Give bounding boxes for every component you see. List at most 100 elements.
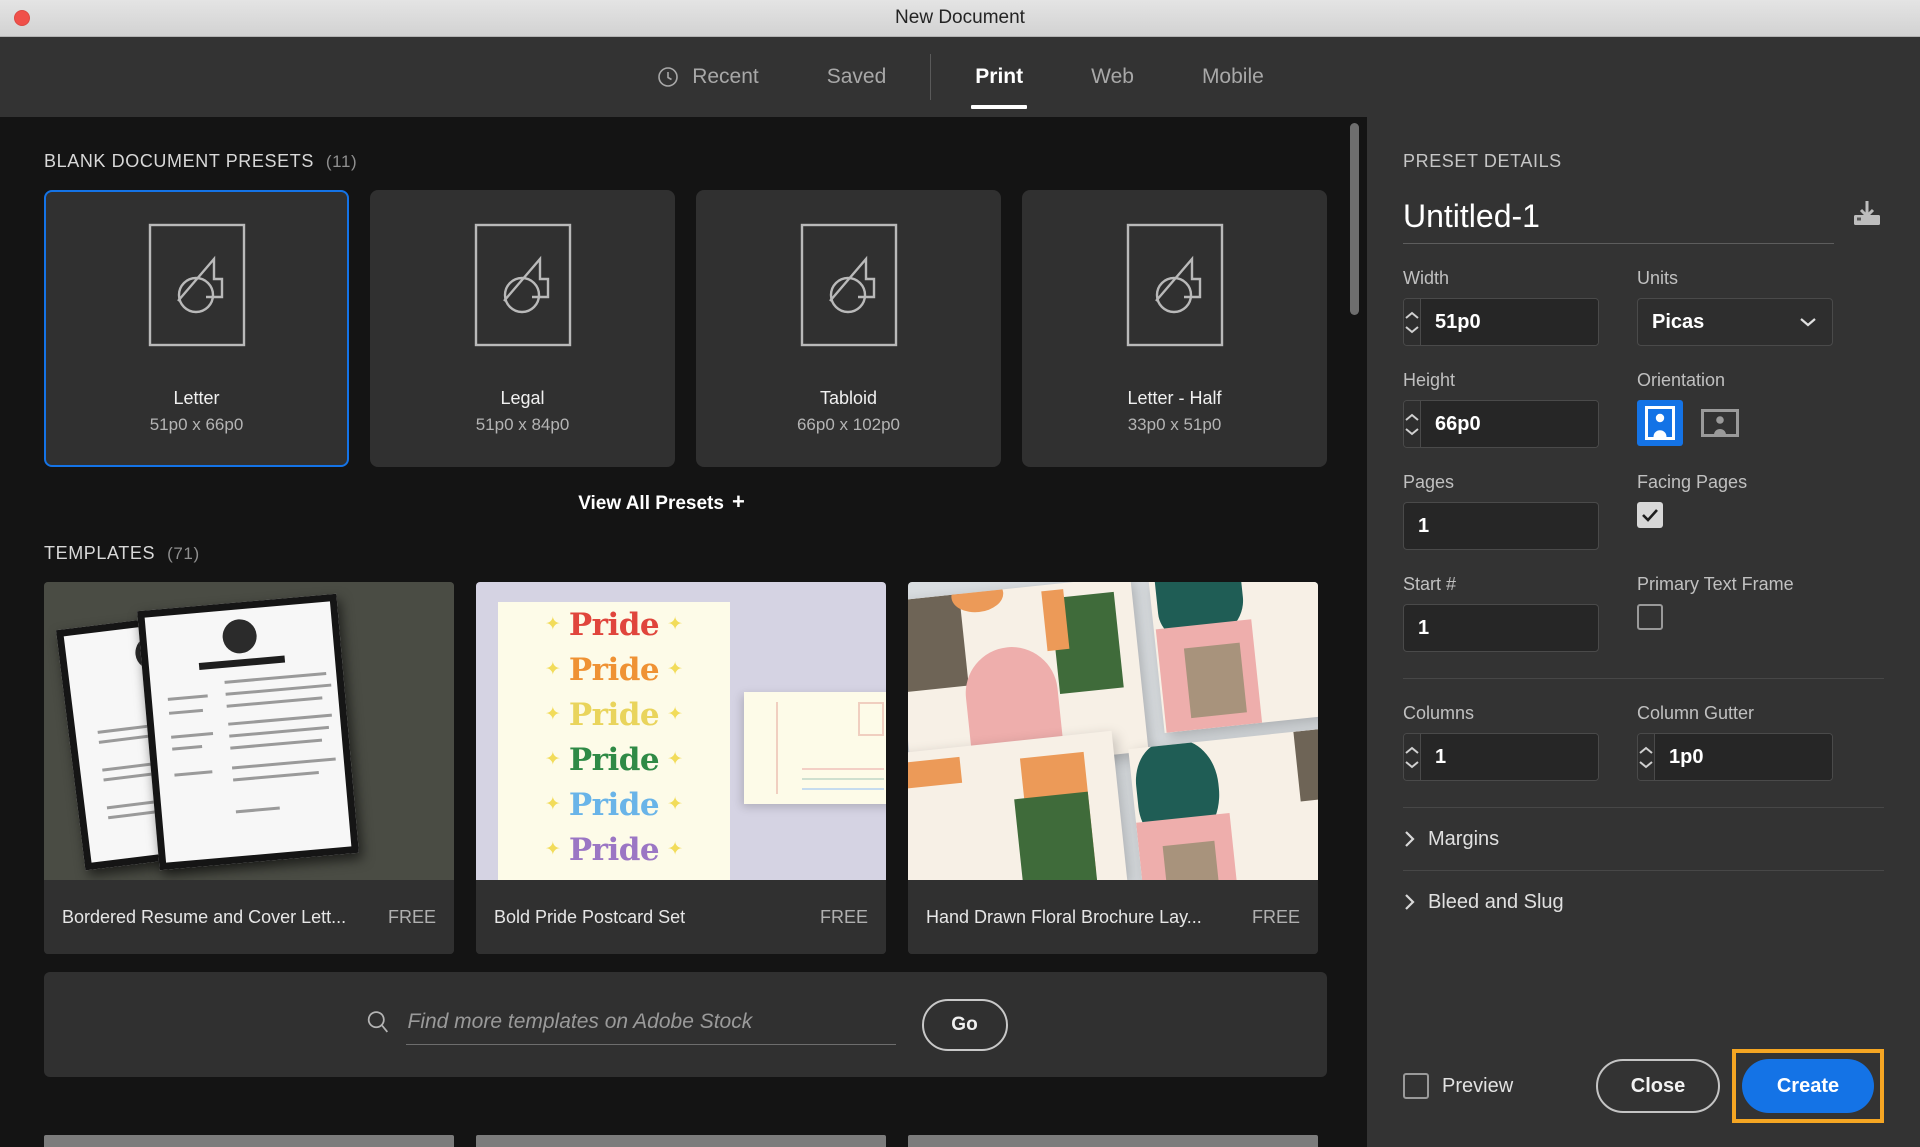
preset-card-tabloid[interactable]: Tabloid 66p0 x 102p0 [696, 190, 1001, 467]
pride-word: Pride [568, 786, 660, 823]
template-peek[interactable] [476, 1135, 886, 1147]
column-gutter-stepper-arrows[interactable] [1638, 734, 1655, 780]
preset-details-heading: PRESET DETAILS [1403, 151, 1562, 171]
orientation-label: Orientation [1637, 370, 1726, 390]
tab-print[interactable]: Print [941, 37, 1057, 117]
dialog-footer: Preview Close Create [1403, 1049, 1884, 1123]
chevron-down-icon [1800, 318, 1816, 327]
template-footer: Hand Drawn Floral Brochure Lay... FREE [908, 880, 1318, 954]
height-input[interactable] [1421, 401, 1598, 447]
columns-stepper[interactable] [1403, 733, 1599, 781]
pages-facing-row: Pages Facing Pages [1403, 472, 1884, 550]
tab-mobile-label: Mobile [1201, 65, 1264, 88]
template-peek[interactable] [908, 1135, 1318, 1147]
preset-card-legal[interactable]: Legal 51p0 x 84p0 [370, 190, 675, 467]
preview-toggle-group[interactable]: Preview [1403, 1073, 1513, 1099]
bleed-slug-section-toggle[interactable]: Bleed and Slug [1403, 871, 1884, 933]
column-gutter-label: Column Gutter [1637, 703, 1755, 723]
chevron-right-icon [1405, 894, 1415, 910]
height-label: Height [1403, 370, 1456, 390]
columns-stepper-arrows[interactable] [1404, 734, 1421, 780]
pride-word: Pride [568, 651, 660, 688]
tab-mobile[interactable]: Mobile [1168, 37, 1298, 117]
template-footer: Bold Pride Postcard Set FREE [476, 880, 886, 954]
chevron-right-icon [1405, 831, 1415, 847]
column-gutter-stepper[interactable] [1637, 733, 1833, 781]
view-all-presets-button[interactable]: View All Presets + [0, 489, 1323, 515]
orientation-field-group: Orientation [1637, 370, 1833, 448]
tab-print-label: Print [975, 65, 1024, 88]
width-field-group: Width [1403, 268, 1599, 346]
blank-presets-title: BLANK DOCUMENT PRESETS [44, 151, 314, 171]
blank-presets-count: (11) [325, 152, 358, 171]
section-divider [1403, 678, 1884, 679]
units-label: Units [1637, 268, 1679, 288]
tab-divider [930, 54, 932, 100]
pages-field-group: Pages [1403, 472, 1599, 550]
search-field-group [364, 1004, 896, 1045]
template-price: FREE [387, 906, 436, 927]
pride-word: Pride [568, 696, 660, 733]
template-title: Hand Drawn Floral Brochure Lay... [926, 906, 1202, 927]
width-stepper-arrows[interactable] [1404, 299, 1421, 345]
pride-word: Pride [568, 606, 660, 643]
tab-recent[interactable]: Recent [622, 37, 793, 117]
height-stepper-arrows[interactable] [1404, 401, 1421, 447]
adobe-stock-search-box: Go [44, 972, 1327, 1077]
columns-field-group: Columns [1403, 703, 1599, 781]
preset-card-letter-half[interactable]: Letter - Half 33p0 x 51p0 [1022, 190, 1327, 467]
tab-web-label: Web [1091, 65, 1134, 88]
create-button[interactable]: Create [1742, 1059, 1874, 1113]
template-card-floral[interactable]: Hand Drawn Floral Brochure Lay... FREE [908, 582, 1318, 954]
facing-pages-label: Facing Pages [1637, 472, 1748, 492]
postcard-back [744, 692, 886, 804]
tab-saved-label: Saved [826, 65, 887, 88]
chevron-down-icon [1405, 427, 1419, 435]
tab-saved[interactable]: Saved [793, 37, 921, 117]
height-stepper[interactable] [1403, 400, 1599, 448]
preview-checkbox[interactable] [1403, 1073, 1429, 1099]
preset-name: Legal [500, 387, 545, 408]
chevron-down-icon [1639, 760, 1653, 768]
orientation-landscape-button[interactable] [1697, 400, 1743, 446]
save-preset-icon[interactable] [1850, 199, 1884, 234]
columns-input[interactable] [1421, 734, 1598, 780]
units-select[interactable]: Picas [1637, 298, 1833, 346]
units-field-group: Units Picas [1637, 268, 1833, 346]
height-field-group: Height [1403, 370, 1599, 448]
clock-icon [656, 65, 680, 89]
margins-section-toggle[interactable]: Margins [1403, 808, 1884, 870]
template-card-pride[interactable]: ✦ Pride ✦ ✦ Pride ✦ ✦ Pride ✦ ✦ Pride ✦ ✦ Pride ✦ … [476, 582, 886, 954]
preset-dims: 51p0 x 84p0 [475, 414, 570, 434]
search-input[interactable] [405, 1004, 896, 1045]
preset-card-letter[interactable]: Letter 51p0 x 66p0 [44, 190, 349, 467]
pages-input[interactable] [1403, 502, 1599, 550]
height-orientation-row: Height Orientation [1403, 370, 1884, 448]
primary-text-frame-checkbox[interactable] [1637, 604, 1663, 630]
document-name-input[interactable] [1403, 198, 1834, 244]
plus-icon: + [731, 489, 745, 514]
template-peek[interactable] [44, 1135, 454, 1147]
scrollbar-thumb[interactable] [1350, 123, 1359, 315]
margins-label: Margins [1428, 827, 1500, 850]
start-number-input[interactable] [1403, 604, 1599, 652]
chevron-down-icon [1405, 760, 1419, 768]
orientation-portrait-button[interactable] [1637, 400, 1683, 446]
facing-pages-checkbox[interactable] [1637, 502, 1663, 528]
width-input[interactable] [1421, 299, 1598, 345]
close-button[interactable]: Close [1596, 1059, 1720, 1113]
chevron-up-icon [1405, 311, 1419, 319]
mode-tab-bar: Recent Saved Print Web Mobile [0, 37, 1920, 117]
tab-web[interactable]: Web [1057, 37, 1168, 117]
primary-text-frame-label: Primary Text Frame [1637, 574, 1794, 594]
templates-grid: Bordered Resume and Cover Lett... FREE ✦ [0, 564, 1367, 954]
pride-word: Pride [568, 741, 660, 778]
width-units-row: Width Units Picas [1403, 268, 1884, 346]
left-panel-scrollbar[interactable] [1350, 123, 1359, 1133]
template-card-resume[interactable]: Bordered Resume and Cover Lett... FREE [44, 582, 454, 954]
search-go-button[interactable]: Go [921, 998, 1008, 1051]
preset-details-panel: PRESET DETAILS Width [1367, 117, 1920, 1147]
width-label: Width [1403, 268, 1450, 288]
width-stepper[interactable] [1403, 298, 1599, 346]
column-gutter-input[interactable] [1655, 734, 1832, 780]
